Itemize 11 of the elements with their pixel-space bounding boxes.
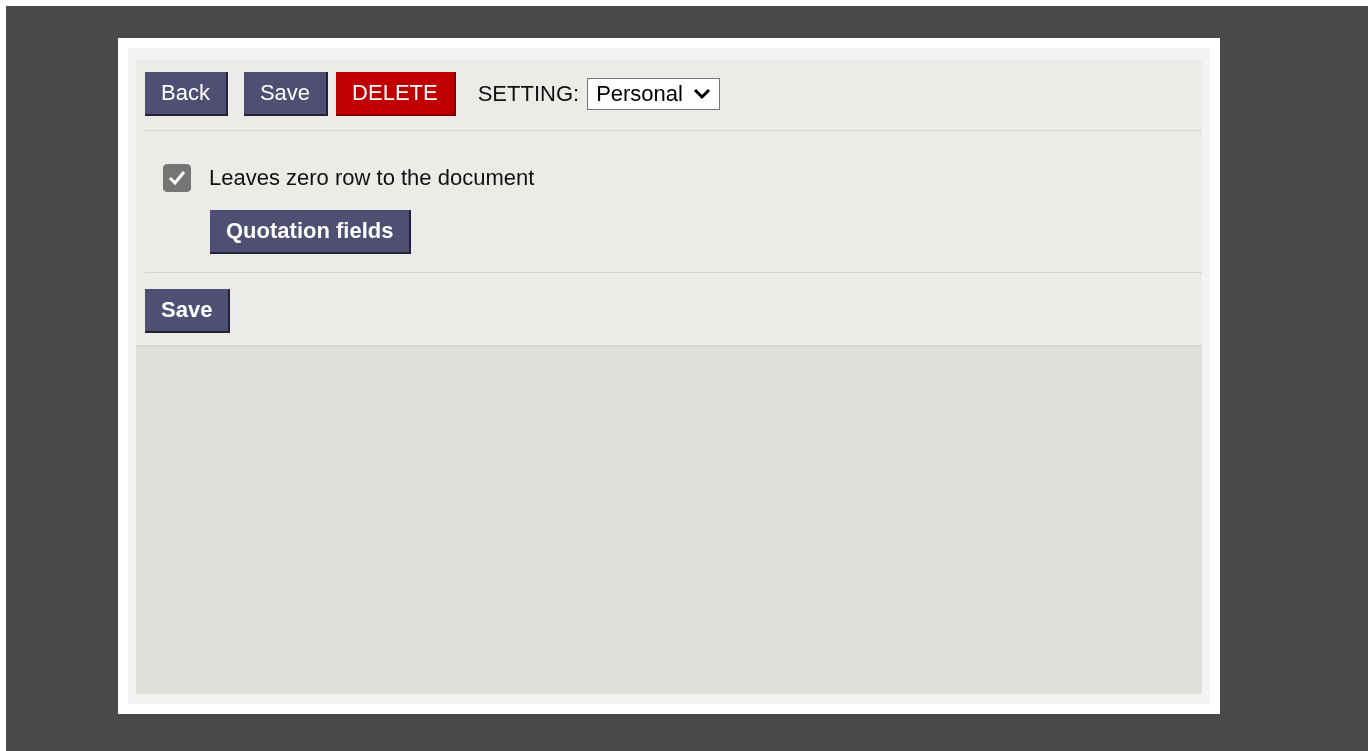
chevron-down-icon xyxy=(692,88,711,100)
checkbox-label: Leaves zero row to the document xyxy=(209,165,535,191)
checkmark-icon xyxy=(168,170,186,186)
save-button[interactable]: Save xyxy=(145,289,231,333)
checkbox[interactable] xyxy=(163,164,191,192)
toolbar-button[interactable]: Back xyxy=(145,72,228,116)
delete-button[interactable]: DELETE xyxy=(336,72,456,116)
quotation-fields-button[interactable]: Quotation fields xyxy=(210,210,412,254)
toolbar-button[interactable]: Save xyxy=(243,72,329,116)
setting-select[interactable]: Personal xyxy=(587,78,720,110)
setting-label: SETTING: xyxy=(477,81,580,107)
